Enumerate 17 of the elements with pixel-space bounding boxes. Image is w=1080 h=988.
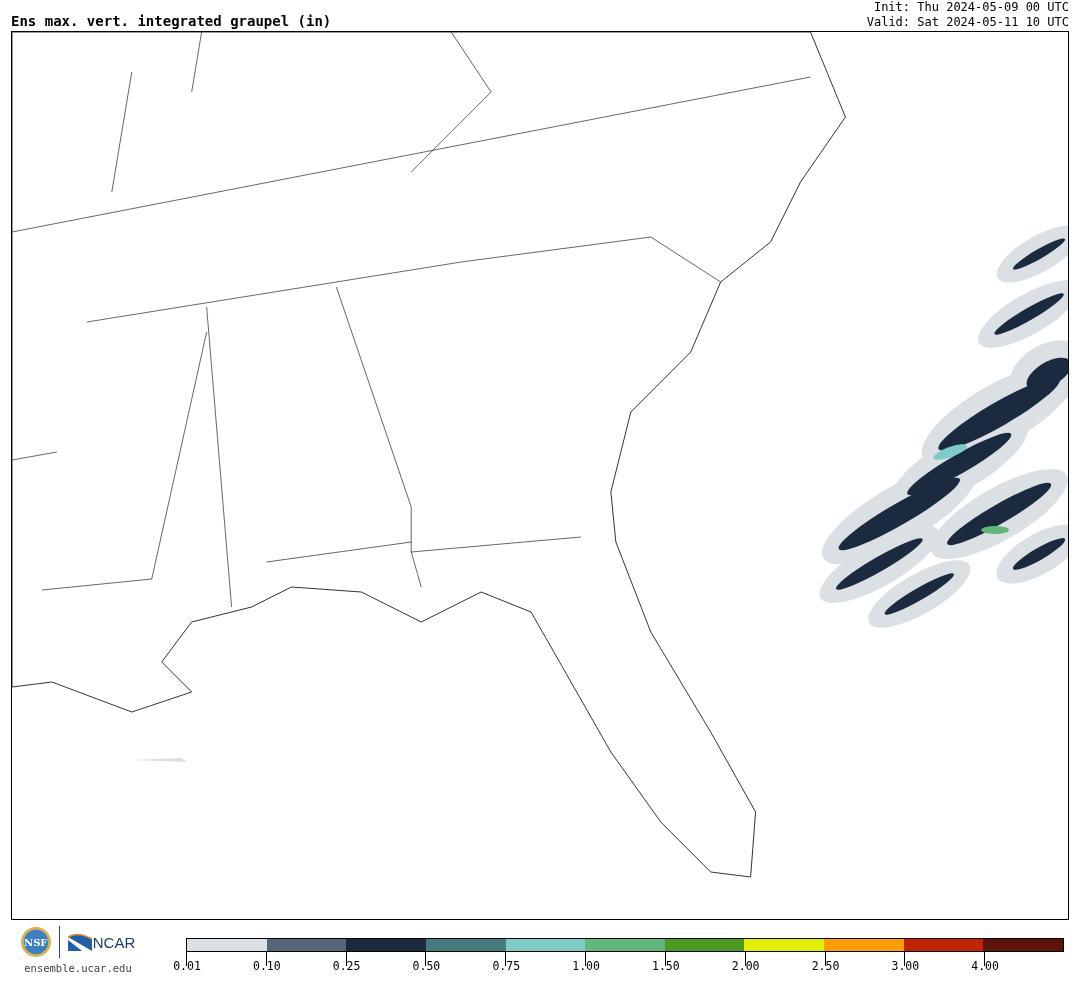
- chart-title: Ens max. vert. integrated graupel (in): [11, 12, 332, 30]
- legend-label: 0.10: [252, 959, 281, 973]
- legend-label: 2.50: [811, 959, 840, 973]
- legend-label: 1.00: [572, 959, 600, 973]
- site-url: ensemble.ucar.edu: [24, 962, 132, 974]
- legend-label: 3.00: [891, 959, 920, 973]
- legend-label: 1.50: [652, 959, 680, 973]
- valid-time: Valid: Sat 2024-05-11 10 UTC: [866, 15, 1069, 30]
- nsf-logo: NSF: [20, 927, 51, 957]
- init-time: Init: Thu 2024-05-09 00 UTC: [872, 0, 1069, 15]
- legend-label: 0.01: [173, 959, 201, 973]
- legend-label: 4.00: [971, 959, 999, 973]
- legend-label: 2.00: [731, 959, 760, 973]
- legend-label: 0.75: [492, 959, 521, 973]
- legend-label: 0.25: [332, 959, 361, 973]
- ncar-logo: NCAR: [67, 933, 136, 951]
- legend-label: 0.50: [412, 959, 441, 973]
